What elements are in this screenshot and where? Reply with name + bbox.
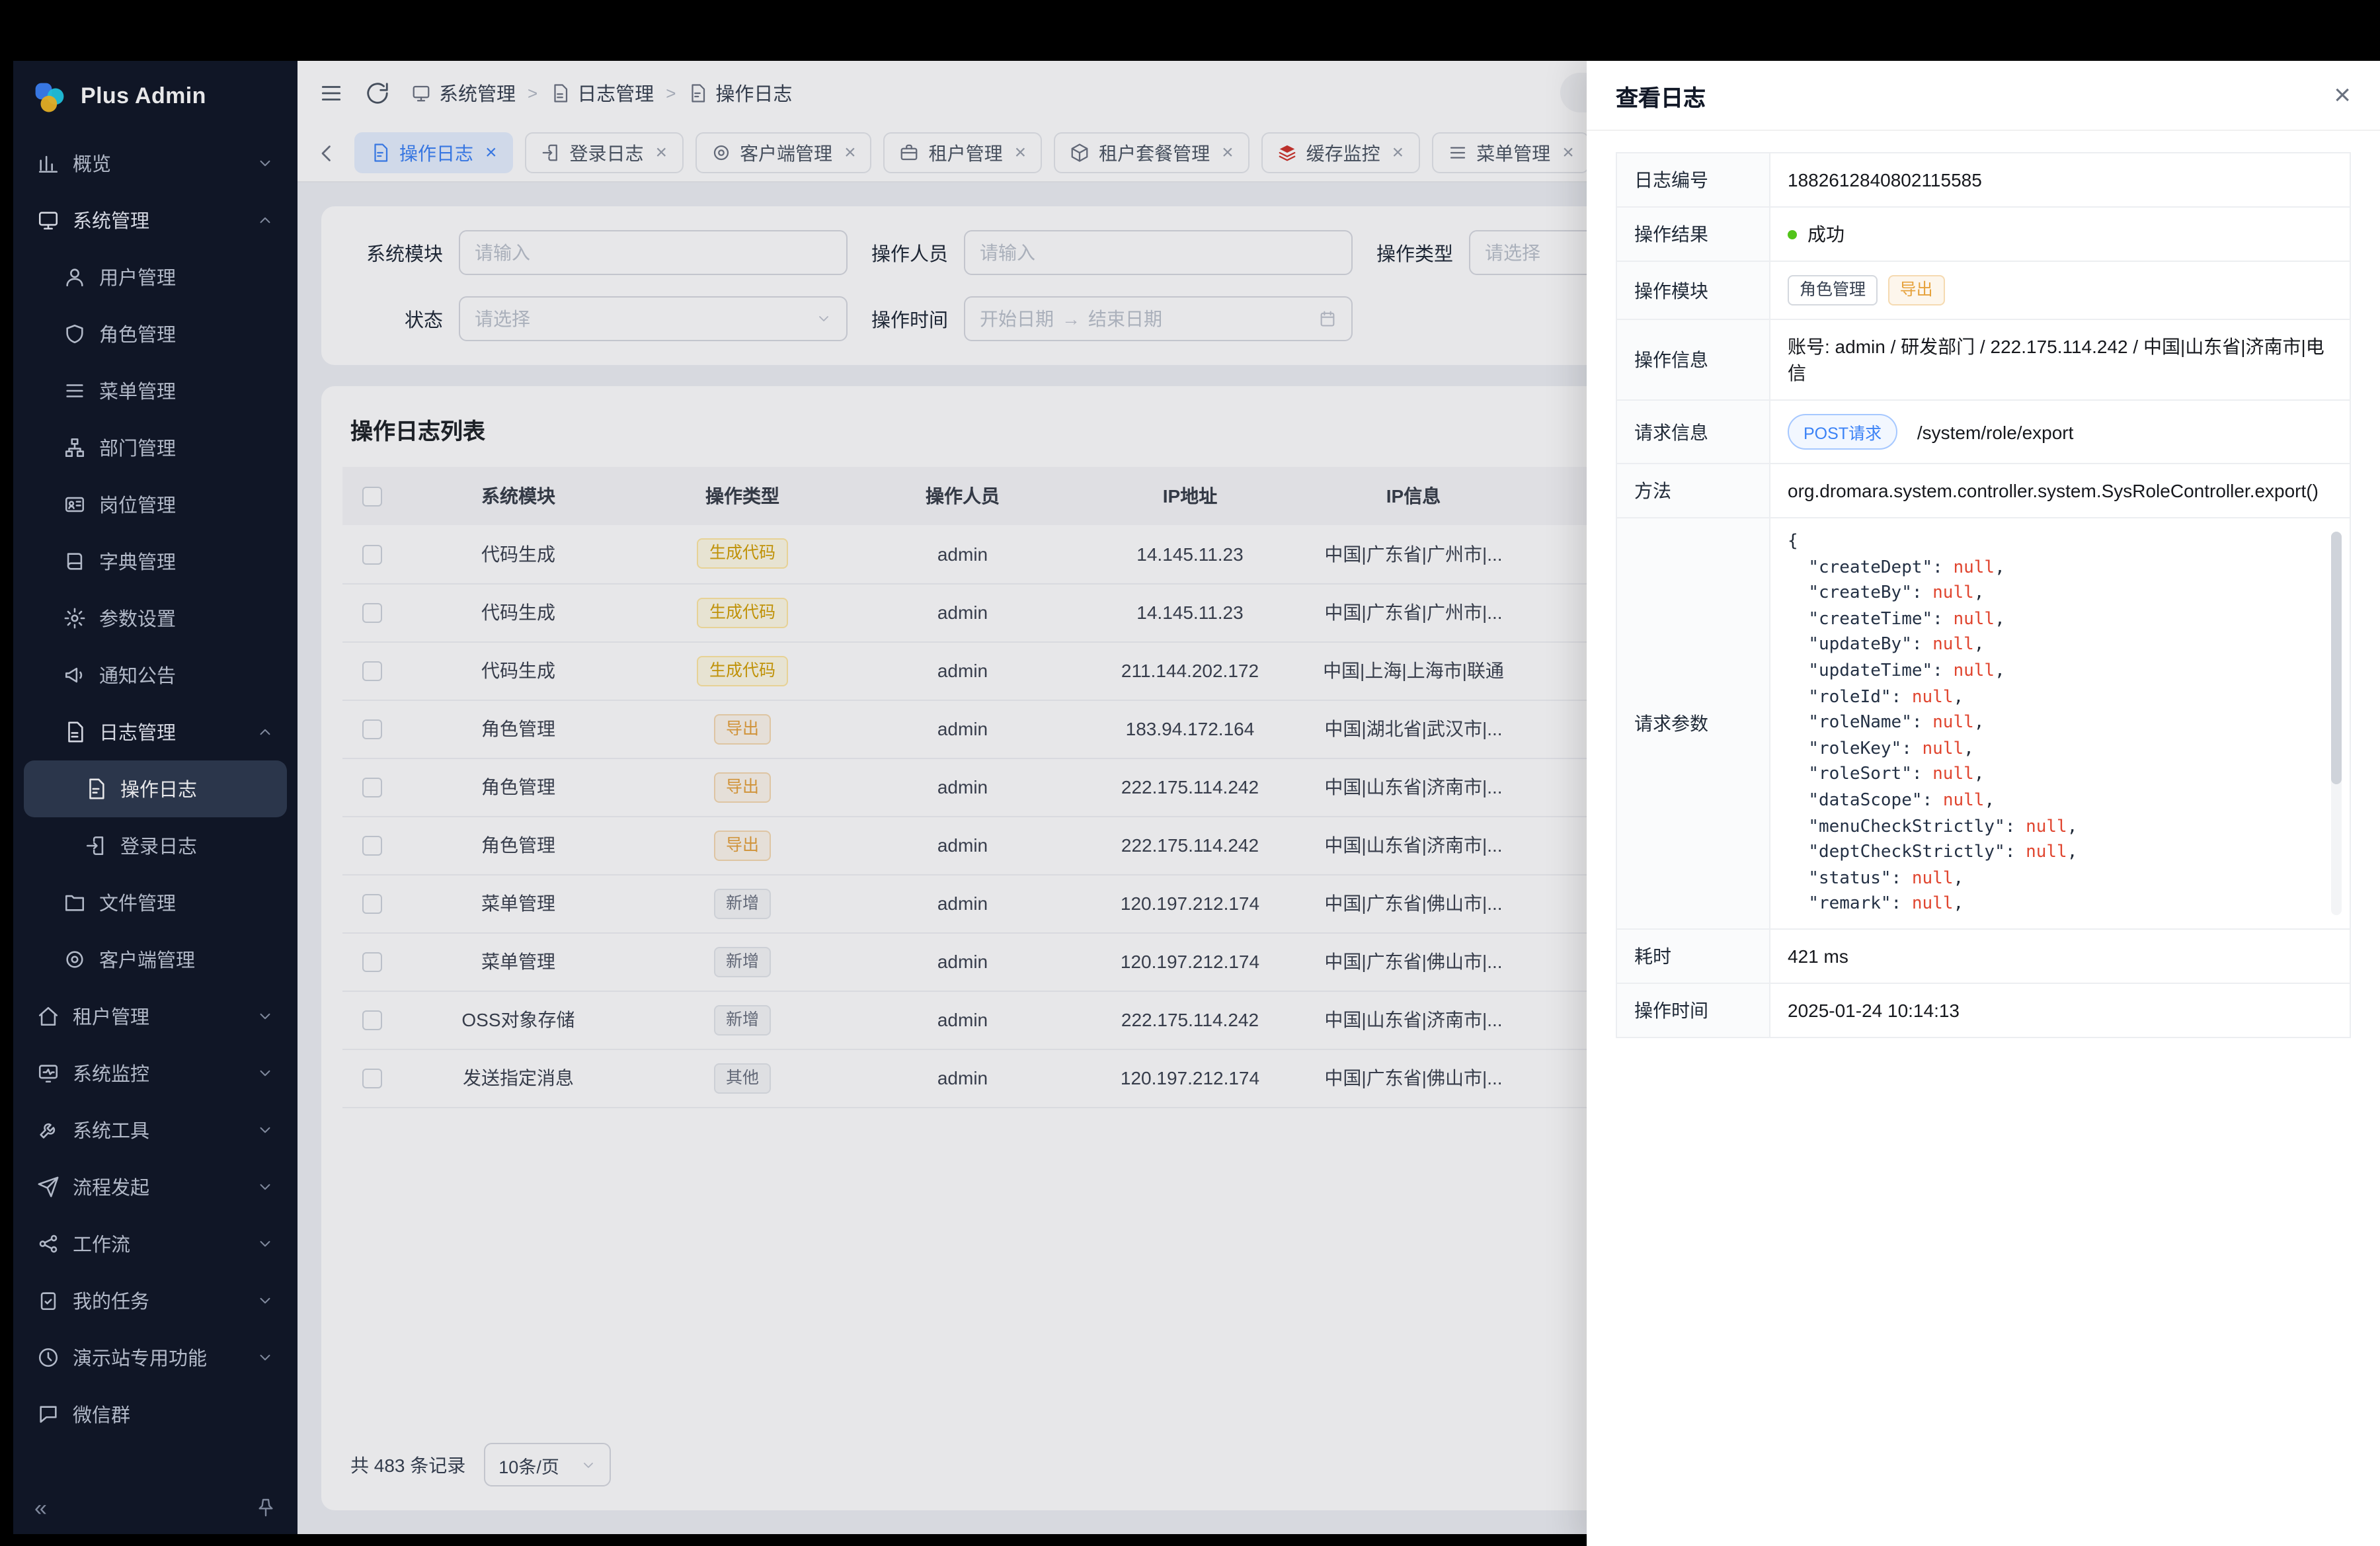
request-params-block: { "createDept": null, "createBy": null, … [1788, 529, 2342, 918]
field-info: 操作信息 账号: admin / 研发部门 / 222.175.114.242 … [1616, 319, 2350, 400]
field-log-id: 日志编号 1882612840802115585 [1616, 153, 2350, 207]
close-icon[interactable]: × [2334, 81, 2351, 110]
field-duration: 耗时 421 ms [1616, 929, 2350, 983]
params-scrollbar[interactable] [2331, 532, 2342, 915]
drawer-title: 查看日志 [1616, 79, 1706, 112]
post-request-tag: POST请求 [1788, 414, 1897, 450]
field-time: 操作时间 2025-01-24 10:14:13 [1616, 983, 2350, 1037]
operation-info-value: 账号: admin / 研发部门 / 222.175.114.242 / 中国|… [1770, 319, 2350, 400]
operation-type-tag: 导出 [1888, 275, 1945, 305]
log-id-value: 1882612840802115585 [1770, 153, 2350, 207]
field-result: 操作结果 成功 [1616, 207, 2350, 261]
drawer-header: 查看日志 × [1587, 61, 2380, 131]
field-method: 方法 org.dromara.system.controller.system.… [1616, 464, 2350, 518]
drawer-body: 日志编号 1882612840802115585 操作结果 成功 操作模块 角色… [1587, 131, 2380, 1059]
scrollbar-thumb[interactable] [2331, 532, 2342, 785]
view-log-drawer: 查看日志 × 日志编号 1882612840802115585 操作结果 成功 … [1587, 61, 2380, 1546]
request-url-value: /system/role/export [1917, 422, 2074, 443]
success-dot-icon [1788, 230, 1797, 239]
operation-time-value: 2025-01-24 10:14:13 [1770, 983, 2350, 1037]
result-value: 成功 [1807, 224, 1844, 245]
field-params: 请求参数 { "createDept": null, "createBy": n… [1616, 518, 2350, 929]
method-value: org.dromara.system.controller.system.Sys… [1770, 464, 2350, 518]
module-tag: 角色管理 [1788, 275, 1878, 305]
field-module: 操作模块 角色管理 导出 [1616, 261, 2350, 319]
duration-value: 421 ms [1770, 929, 2350, 983]
field-request: 请求信息 POST请求 /system/role/export [1616, 400, 2350, 464]
screen: Plus Admin 概览系统管理用户管理角色管理菜单管理部门管理岗位管理字典管… [0, 0, 2380, 1546]
log-detail-table: 日志编号 1882612840802115585 操作结果 成功 操作模块 角色… [1616, 152, 2351, 1038]
request-params-json: { "createDept": null, "createBy": null, … [1788, 529, 2342, 918]
